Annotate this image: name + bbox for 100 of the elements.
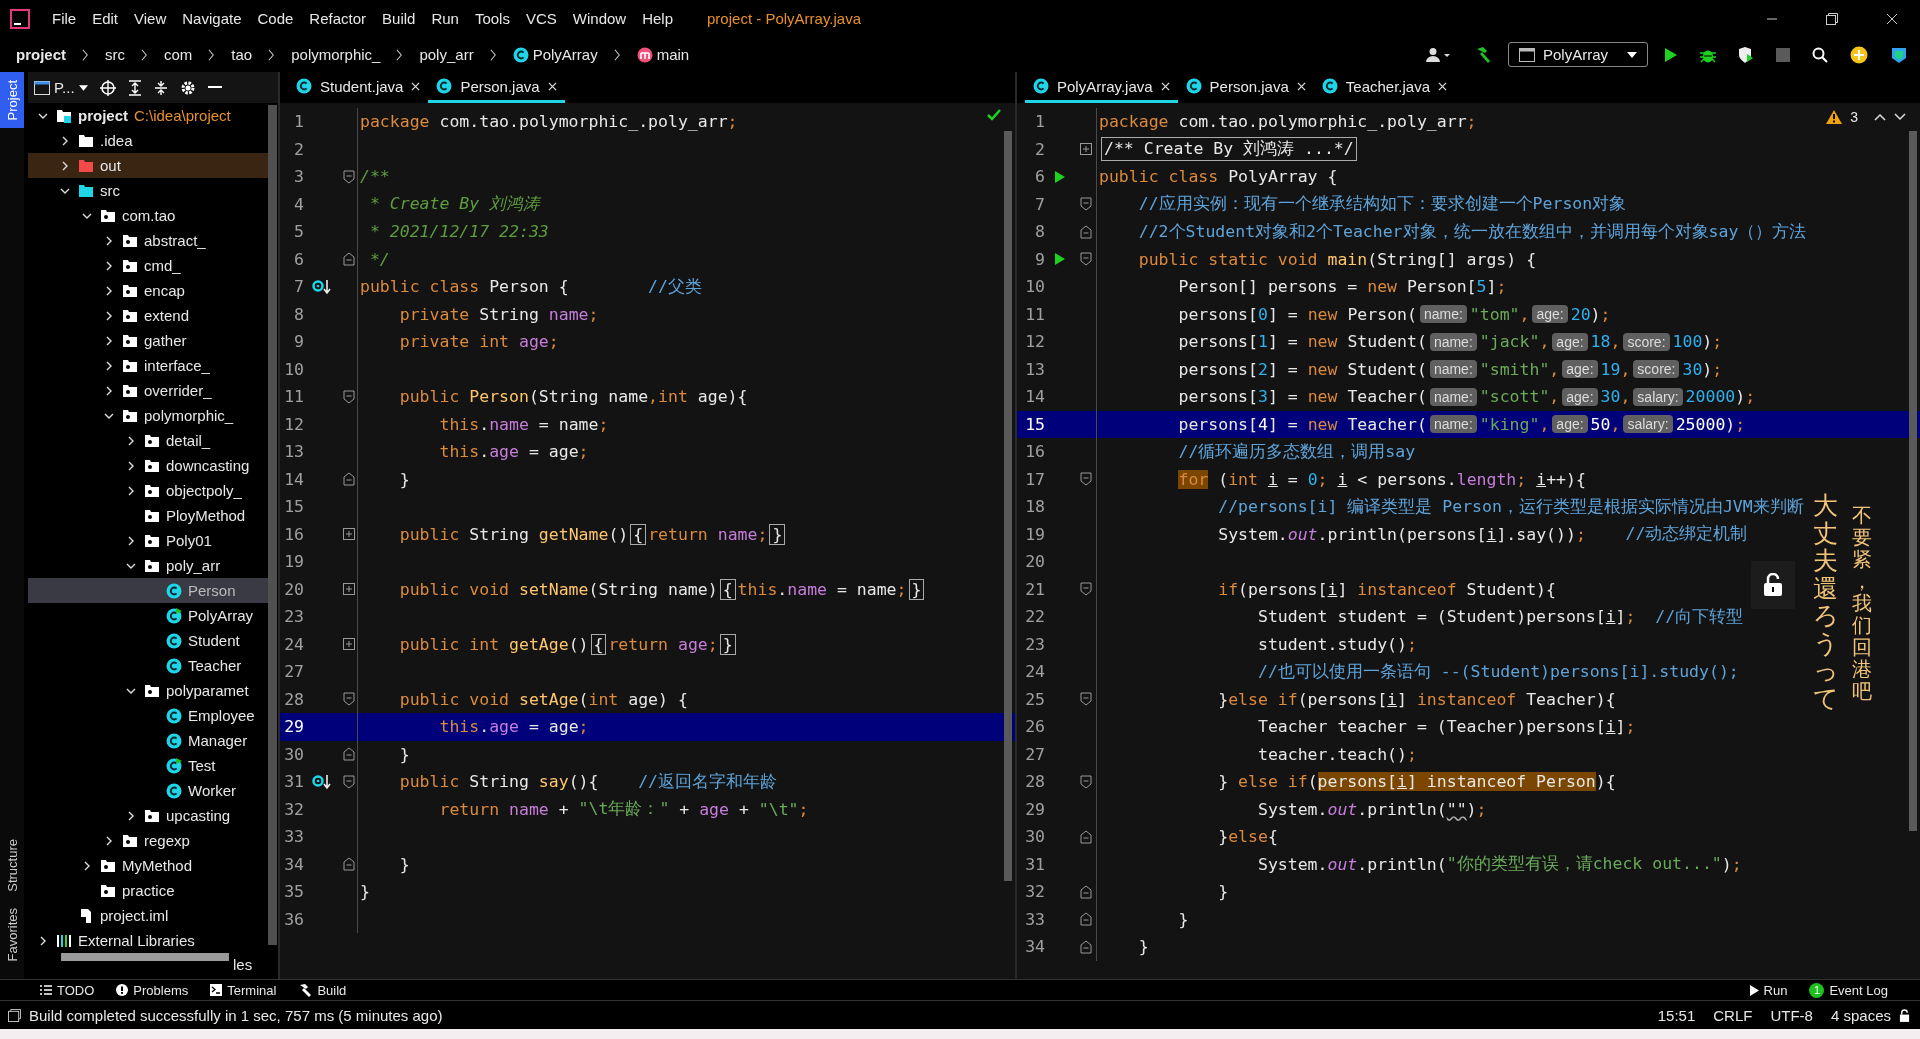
target-icon[interactable] <box>99 79 116 96</box>
lock-icon[interactable] <box>1751 561 1795 609</box>
menu-item[interactable]: VCS <box>517 10 565 27</box>
menu-item[interactable]: Run <box>423 10 467 27</box>
tree-item[interactable]: Manager <box>28 728 268 753</box>
restore-icon[interactable] <box>1826 12 1838 25</box>
tree-item[interactable]: gather <box>28 328 268 353</box>
shield-icon[interactable] <box>1738 46 1754 63</box>
breadcrumb[interactable]: src <box>105 46 125 63</box>
tree-item-label[interactable]: les <box>233 955 253 973</box>
editor-tab[interactable]: Person.java <box>428 72 565 103</box>
tree-item[interactable]: abstract_ <box>28 228 268 253</box>
override-icon[interactable] <box>312 773 332 790</box>
fold-icon[interactable] <box>1079 912 1092 927</box>
menu-item[interactable]: Tools <box>466 10 518 27</box>
menu-item[interactable]: File <box>44 10 85 27</box>
plugin-icon[interactable] <box>1890 45 1908 64</box>
close-icon[interactable] <box>1160 81 1170 91</box>
tool-window-tab[interactable]: Favorites <box>0 899 24 969</box>
fold-icon[interactable] <box>1079 197 1092 212</box>
editor-tab[interactable]: Teacher.java <box>1313 72 1456 103</box>
tool-window-tab[interactable]: Project <box>0 72 24 129</box>
tree-item[interactable]: practice <box>28 878 268 903</box>
breadcrumb[interactable]: poly_arr <box>419 46 474 63</box>
tree-item[interactable]: encap <box>28 278 268 303</box>
tool-window-tab[interactable]: Structure <box>0 830 24 900</box>
run-icon[interactable] <box>1054 252 1066 267</box>
tree-item[interactable]: upcasting <box>28 803 268 828</box>
tree-item[interactable]: Poly01 <box>28 528 268 553</box>
menu-item[interactable]: Window <box>564 10 635 27</box>
run-configuration-dropdown[interactable]: PolyArray <box>1508 42 1648 67</box>
fold-icon[interactable] <box>342 857 355 872</box>
tree-item[interactable]: overrider_ <box>28 378 268 403</box>
chevron-icon[interactable] <box>38 935 48 946</box>
tree-item[interactable]: External Libraries <box>28 928 268 953</box>
tree-item[interactable]: project C:\idea\project <box>28 103 268 128</box>
user-icon[interactable] <box>1426 46 1452 63</box>
tool-window-button[interactable]: 1 Event Log <box>1809 982 1888 998</box>
breadcrumb[interactable]: com <box>164 46 193 63</box>
tool-window-button[interactable]: Build <box>298 982 347 998</box>
close-icon[interactable] <box>547 81 557 91</box>
tree-item[interactable]: project.iml <box>28 903 268 928</box>
status-item[interactable]: 4 spaces <box>1830 1006 1891 1024</box>
settings-icon[interactable] <box>179 79 196 96</box>
fold-icon[interactable] <box>1079 884 1092 899</box>
tree-item[interactable]: .idea <box>28 128 268 153</box>
fold-icon[interactable] <box>342 252 355 267</box>
check-icon[interactable] <box>987 109 1001 121</box>
breadcrumb[interactable]: project <box>16 46 66 63</box>
editor-tab[interactable]: Student.java <box>288 72 429 103</box>
fold-icon[interactable] <box>1079 939 1092 954</box>
tree-item[interactable]: extend <box>28 303 268 328</box>
chevron-icon[interactable] <box>104 260 114 271</box>
tool-window-button[interactable]: TODO <box>40 982 95 998</box>
chevron-icon[interactable] <box>60 135 70 146</box>
scrollbar-thumb[interactable] <box>1004 131 1012 881</box>
close-icon[interactable] <box>411 81 421 91</box>
tree-item[interactable]: src <box>28 178 268 203</box>
status-item[interactable]: CRLF <box>1713 1006 1753 1024</box>
tool-window-button[interactable]: Problems <box>116 982 189 998</box>
fold-icon[interactable] <box>342 169 355 184</box>
tool-window-button[interactable]: Run <box>1749 982 1788 998</box>
chevron-icon[interactable] <box>104 385 114 396</box>
tree-item[interactable]: Teacher <box>28 653 268 678</box>
panel-icon[interactable] <box>8 1008 21 1022</box>
view-dropdown[interactable]: P... <box>34 79 88 96</box>
fold-icon[interactable] <box>1079 252 1092 267</box>
expand-all-icon[interactable] <box>127 79 142 96</box>
chevron-icon[interactable] <box>82 860 92 871</box>
expand-icon[interactable] <box>1079 143 1092 156</box>
override-icon[interactable] <box>312 278 332 295</box>
chevron-icon[interactable] <box>104 285 114 296</box>
chevron-icon[interactable] <box>104 310 114 321</box>
tool-window-button[interactable]: Terminal <box>210 982 277 998</box>
tree-item[interactable]: downcasting <box>28 453 268 478</box>
fold-icon[interactable] <box>342 774 355 789</box>
status-item[interactable]: UTF-8 <box>1770 1006 1813 1024</box>
chevron-icon[interactable] <box>104 360 114 371</box>
fold-icon[interactable] <box>342 472 355 487</box>
chevron-icon[interactable] <box>104 835 114 846</box>
fold-icon[interactable] <box>1079 472 1092 487</box>
chevron-up-icon[interactable] <box>1874 113 1886 121</box>
breadcrumb[interactable]: PolyArray <box>512 46 598 63</box>
fold-icon[interactable] <box>1079 829 1092 844</box>
tree-item[interactable]: PloyMethod <box>28 503 268 528</box>
tree-item[interactable]: Worker <box>28 778 268 803</box>
menu-item[interactable]: Refactor <box>301 10 375 27</box>
breadcrumb[interactable]: tao <box>231 46 253 63</box>
chevron-icon[interactable] <box>60 160 70 171</box>
tree-item[interactable]: Person <box>28 578 268 603</box>
fold-icon[interactable] <box>1079 224 1092 239</box>
expand-icon[interactable] <box>342 638 355 651</box>
menu-item[interactable]: Navigate <box>174 10 250 27</box>
menu-item[interactable]: Build <box>374 10 424 27</box>
tree-item[interactable]: com.tao <box>28 203 268 228</box>
chevron-down-icon[interactable] <box>1894 113 1906 121</box>
search-icon[interactable] <box>1812 46 1828 63</box>
fold-icon[interactable] <box>342 692 355 707</box>
chevron-icon[interactable] <box>126 485 136 496</box>
tree-item[interactable]: MyMethod <box>28 853 268 878</box>
